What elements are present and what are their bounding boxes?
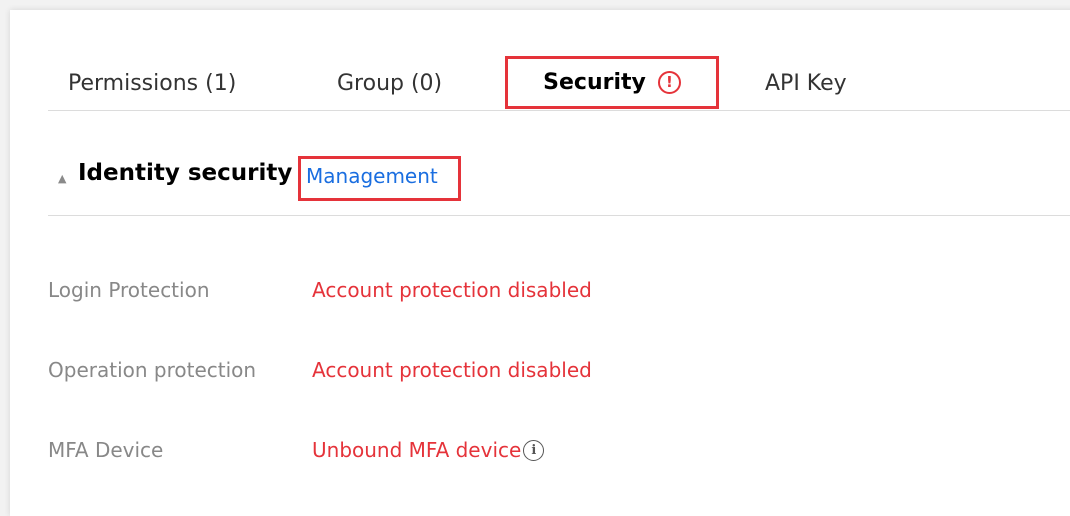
tab-group[interactable]: Group (0) (337, 55, 442, 111)
tab-security[interactable]: Security ! (505, 56, 719, 109)
mfa-device-status: Unbound MFA device (312, 438, 522, 462)
collapse-triangle-icon[interactable]: ▲ (58, 172, 66, 185)
identity-security-header: ▲ Identity security Management (48, 146, 1070, 216)
management-link[interactable]: Management (306, 164, 438, 188)
operation-protection-value: Account protection disabled (312, 358, 592, 382)
operation-protection-label: Operation protection (48, 358, 257, 382)
warning-icon: ! (657, 71, 681, 94)
mfa-device-value: Unbound MFA device i (312, 438, 545, 462)
info-icon[interactable]: i (523, 439, 545, 461)
tab-group-label: Group (0) (337, 70, 443, 96)
mfa-device-label: MFA Device (48, 438, 164, 462)
operation-protection-status: Account protection disabled (312, 358, 592, 382)
login-protection-value: Account protection disabled (312, 278, 592, 302)
tab-permissions-label: Permissions (1) (68, 70, 237, 96)
tab-api-key[interactable]: API Key (765, 55, 847, 111)
login-protection-label: Login Protection (48, 278, 210, 302)
login-protection-status: Account protection disabled (312, 278, 592, 302)
tab-security-label: Security (543, 70, 646, 95)
section-title: Identity security (78, 160, 293, 186)
tab-bar: Permissions (1) Group (0) Security ! API… (48, 55, 1070, 111)
tab-permissions[interactable]: Permissions (1) (68, 55, 236, 111)
tab-api-key-label: API Key (765, 70, 847, 96)
